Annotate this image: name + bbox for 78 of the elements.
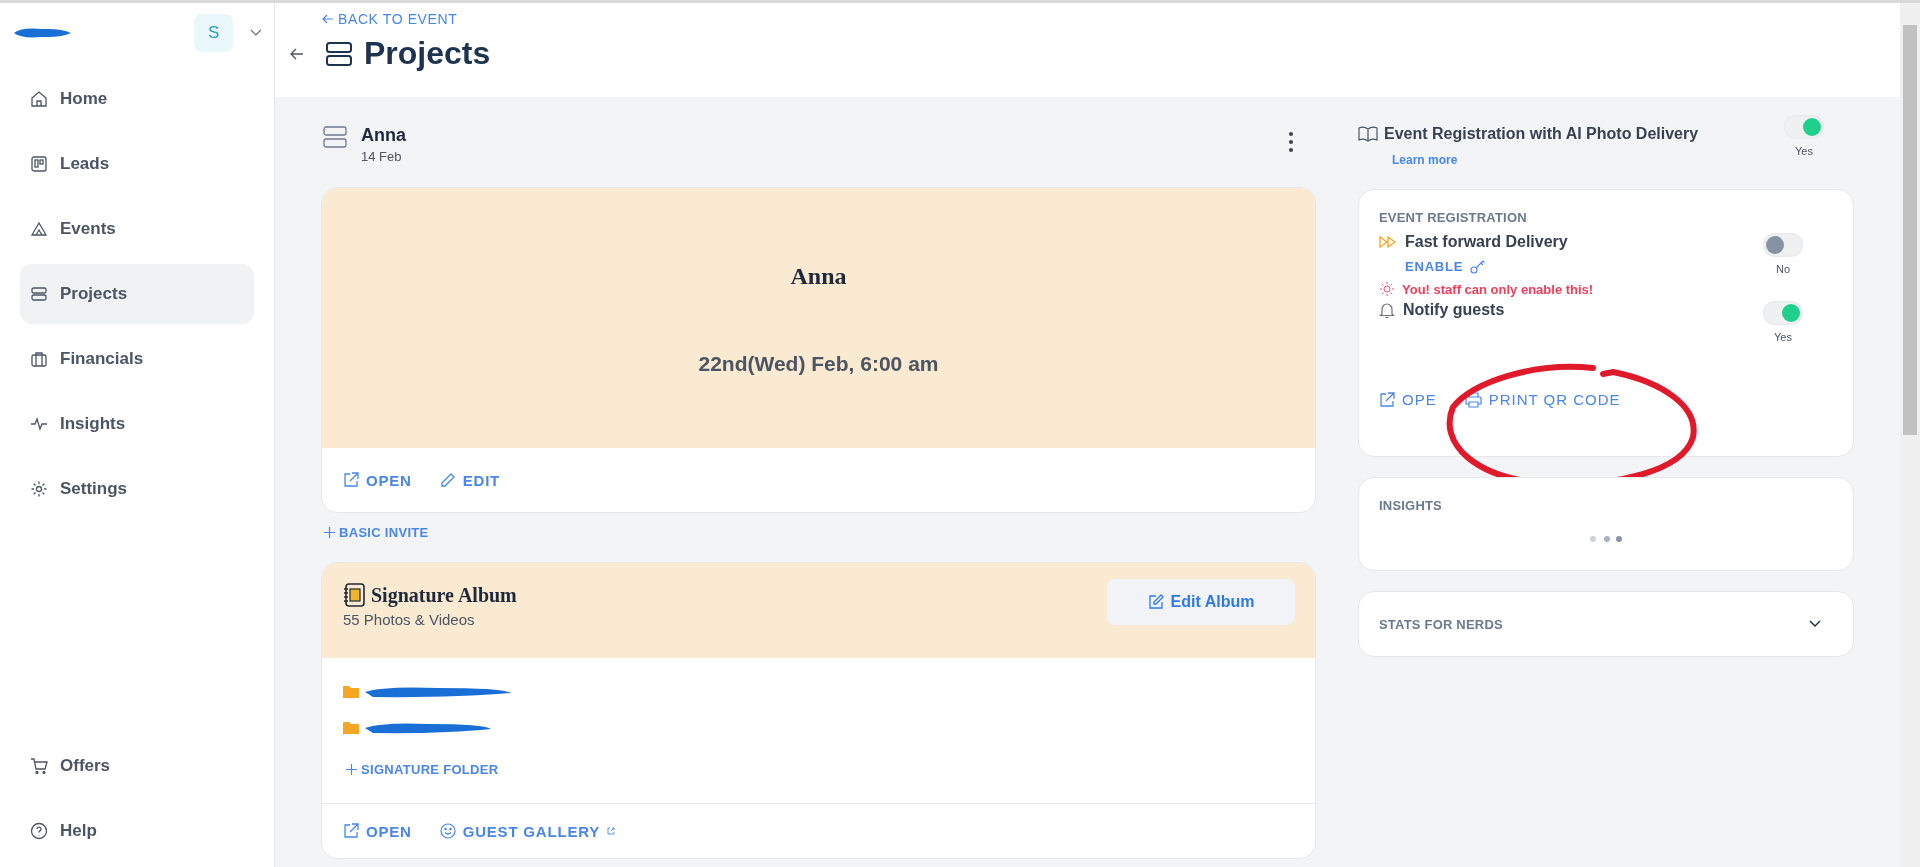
registration-title: Event Registration with AI Photo Delivery [1384, 125, 1699, 143]
chevron-down-icon[interactable] [1809, 620, 1821, 628]
avatar[interactable]: S [193, 14, 234, 52]
board-icon [30, 155, 48, 173]
wallet-icon [30, 350, 48, 368]
learn-more-link[interactable]: Learn more [1392, 153, 1458, 167]
pencil-icon [439, 472, 456, 488]
folder-icon[interactable] [343, 685, 359, 699]
smiley-icon [439, 823, 456, 839]
edit-link[interactable]: EDIT [439, 471, 501, 489]
warning-text: You! staff can only enable this! [1402, 281, 1594, 297]
album-count: 55 Photos & Videos [343, 611, 476, 628]
nav-item[interactable]: Settings [20, 459, 254, 519]
toggle-state: Yes [1774, 331, 1792, 343]
toggle-switch[interactable] [1784, 115, 1824, 139]
edit-album-button[interactable]: Edit Album [1107, 579, 1295, 625]
external-link-icon [343, 823, 359, 839]
external-link-icon [1379, 391, 1395, 408]
open-link[interactable]: OPEN [343, 471, 412, 489]
print-qr-link[interactable]: PRINT QR CODE [1464, 391, 1621, 408]
toggle-state: Yes [1795, 145, 1813, 157]
edit-icon [1147, 594, 1164, 610]
fast-forward-icon [1379, 236, 1397, 248]
book-icon [1358, 126, 1378, 142]
nav-item[interactable]: Leads [20, 134, 254, 194]
album-icon [343, 583, 365, 607]
sun-icon [1379, 281, 1395, 297]
nav-item[interactable]: Insights [20, 394, 254, 454]
invite-datetime: 22nd(Wed) Feb, 6:00 am [698, 352, 939, 376]
back-arrow-icon[interactable] [290, 46, 304, 61]
external-link-icon [607, 827, 616, 835]
section-heading: STATS FOR NERDS [1379, 616, 1503, 632]
pulse-icon [30, 415, 48, 433]
enable-link[interactable]: ENABLE [1405, 259, 1487, 274]
album-title: Signature Album [371, 583, 517, 607]
external-link-icon [343, 472, 359, 488]
nav-item[interactable]: Offers [20, 736, 254, 796]
plus-icon [346, 764, 357, 775]
server-icon [326, 40, 352, 67]
scrollbar[interactable] [1900, 3, 1920, 867]
help-icon [30, 822, 48, 840]
toggle-switch[interactable] [1763, 233, 1803, 257]
stats-card[interactable]: STATS FOR NERDS [1358, 591, 1854, 657]
server-icon [30, 285, 48, 303]
project-date: 14 Feb [361, 149, 403, 164]
nav-item[interactable]: Financials [20, 329, 254, 389]
option-label: Fast forward Delivery [1405, 233, 1568, 251]
printer-icon [1464, 391, 1482, 408]
page-title: Projects [364, 35, 491, 72]
server-icon [323, 125, 347, 149]
more-icon[interactable] [1288, 131, 1294, 153]
tent-icon [30, 220, 48, 238]
bell-icon [1379, 301, 1395, 319]
nav-item[interactable]: Events [20, 199, 254, 259]
nav-item[interactable]: Projects [20, 264, 254, 324]
guest-gallery-link[interactable]: GUEST GALLERY [439, 822, 616, 840]
gear-icon [30, 480, 48, 498]
back-link[interactable]: BACK TO EVENT [322, 11, 458, 27]
nav-item[interactable]: Help [20, 801, 254, 861]
toggle-state: No [1775, 263, 1791, 275]
invite-title: Anna [790, 263, 847, 290]
option-label: Notify guests [1403, 301, 1505, 319]
home-icon [30, 90, 48, 108]
section-heading: INSIGHTS [1379, 498, 1443, 513]
add-invite-link[interactable]: BASIC INVITE [324, 525, 429, 540]
cart-icon [30, 757, 48, 775]
open-link[interactable]: OPE [1379, 391, 1437, 408]
project-name: Anna [361, 125, 407, 146]
toggle-switch[interactable] [1763, 301, 1803, 325]
section-heading: EVENT REGISTRATION [1379, 210, 1528, 225]
key-icon [1470, 259, 1487, 274]
arrow-left-icon [322, 13, 334, 25]
loading-dots-icon [1589, 535, 1623, 543]
plus-icon [324, 527, 335, 538]
open-link[interactable]: OPEN [343, 822, 412, 840]
nav-item[interactable]: Home [20, 69, 254, 129]
add-folder-link[interactable]: SIGNATURE FOLDER [346, 762, 1294, 777]
folder-icon[interactable] [343, 721, 359, 735]
